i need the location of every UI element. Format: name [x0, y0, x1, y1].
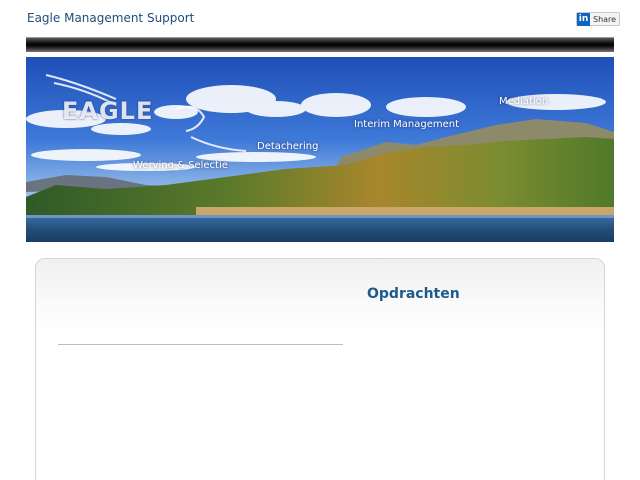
- divider: [58, 344, 343, 345]
- linkedin-icon: in: [577, 12, 590, 26]
- linkedin-share-button[interactable]: in Share: [576, 12, 621, 26]
- section-title-opdrachten: Opdrachten: [367, 286, 460, 302]
- landscape-banner-image: [26, 57, 614, 242]
- page: Eagle Management Support in Share EAGLE …: [0, 0, 640, 480]
- site-title[interactable]: Eagle Management Support: [27, 11, 194, 25]
- header-banner: EAGLE Werving & Selectie Detachering Int…: [26, 57, 614, 242]
- eagle-logo[interactable]: EAGLE: [62, 97, 153, 125]
- link-interim-management[interactable]: Interim Management: [354, 119, 459, 130]
- link-werving-selectie[interactable]: Werving & Selectie: [133, 160, 228, 171]
- content-panel: Opdrachten: [35, 258, 605, 480]
- link-mediation[interactable]: Mediation: [499, 96, 548, 107]
- navigation-bar: [26, 37, 614, 52]
- share-label: Share: [593, 14, 617, 24]
- link-detachering[interactable]: Detachering: [257, 141, 318, 152]
